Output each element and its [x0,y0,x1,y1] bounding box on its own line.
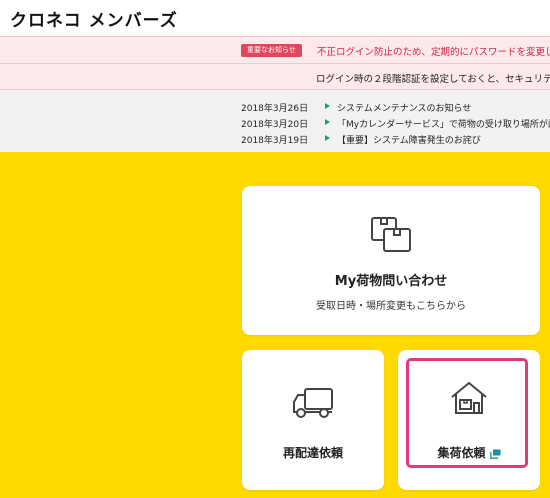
logo[interactable]: クロネコ メンバーズ [10,6,178,31]
pickup-request-card[interactable]: 集荷依頼 [398,350,540,490]
arrow-right-icon [325,135,330,141]
my-parcel-inquiry-card[interactable]: My荷物問い合わせ 受取日時・場所変更もこちらから [242,186,540,335]
important-notice-bar[interactable]: 重要なお知らせ 不正ログイン防止のため、定期的にパスワードを変更して [0,36,550,63]
news-date: 2018年3月20日 [241,120,309,130]
password-notice-text[interactable]: 不正ログイン防止のため、定期的にパスワードを変更して [317,44,550,58]
news-date: 2018年3月26日 [241,104,309,114]
important-badge: 重要なお知らせ [241,44,302,57]
truck-icon [293,388,333,418]
arrow-right-icon [325,103,330,109]
card-title: 集荷依頼 [437,446,486,460]
two-factor-notice-text[interactable]: ログイン時の２段階認証を設定しておくと、セキュリティ [316,71,550,85]
card-title: My荷物問い合わせ [334,274,448,289]
site-header: クロネコ メンバーズ [0,0,550,36]
arrow-right-icon [325,119,330,125]
card-title-row: 集荷依頼 [398,444,540,461]
external-window-icon [489,449,500,459]
service-menu-area: My荷物問い合わせ 受取日時・場所変更もこちらから 再配達依頼 集荷依頼 [0,152,550,498]
news-date: 2018年3月19日 [241,136,309,146]
two-factor-notice-bar[interactable]: ログイン時の２段階認証を設定しておくと、セキュリティ [0,63,550,90]
news-item[interactable]: 2018年3月19日 【重要】システム障害発生のお詫び [0,130,550,148]
news-list: 2018年3月26日 システムメンテナンスのお知らせ 2018年3月20日 「M… [0,90,550,152]
card-subtitle: 受取日時・場所変更もこちらから [316,301,466,312]
boxes-icon [371,217,411,252]
news-title-link[interactable]: 【重要】システム障害発生のお詫び [337,133,481,146]
news-title-link[interactable]: システムメンテナンスのお知らせ [337,101,471,114]
house-parcel-icon [451,381,487,414]
news-title-link[interactable]: 「Myカレンダーサービス」で荷物の受け取り場所が設 [337,117,550,130]
card-title: 再配達依頼 [282,446,343,460]
redelivery-request-card[interactable]: 再配達依頼 [242,350,384,490]
